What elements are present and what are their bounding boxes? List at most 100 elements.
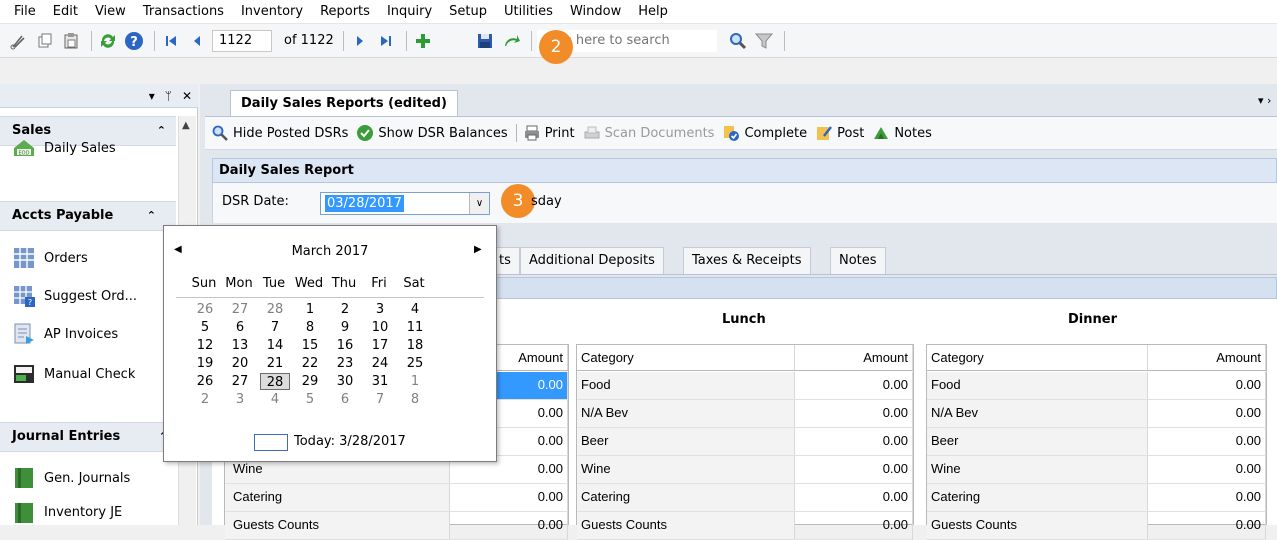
calendar-day[interactable]: 5 [190,319,220,336]
calendar-day[interactable]: 25 [400,355,430,372]
next-record-icon[interactable] [349,30,371,52]
calendar-day[interactable]: 23 [330,355,360,372]
calendar-day[interactable]: 18 [400,337,430,354]
nav-item-ap-invoices[interactable]: AP Invoices [0,316,176,352]
calendar-day[interactable]: 21 [260,355,290,372]
calendar-day[interactable]: 22 [295,355,325,372]
category-cell[interactable]: Wine [927,456,1148,483]
amount-cell[interactable]: 0.00 [450,512,568,539]
column-header-amount[interactable]: Amount [795,345,913,370]
calendar-day[interactable]: 3 [365,301,395,318]
notes-button[interactable]: Notes [872,124,932,142]
column-header-category[interactable]: Category [927,345,1148,370]
menu-inquiry[interactable]: Inquiry [379,0,441,24]
category-cell[interactable]: Wine [577,456,795,483]
calendar-day[interactable]: 13 [225,337,255,354]
column-header-amount[interactable]: Amount [1148,345,1266,370]
calendar-day[interactable]: 16 [330,337,360,354]
amount-cell[interactable]: 0.00 [1148,512,1266,539]
calendar-day[interactable]: 27 [225,373,255,390]
nav-group-journal-entries[interactable]: Journal Entries ⌃ [0,422,176,452]
category-cell[interactable]: Beer [577,428,795,455]
category-cell[interactable]: Food [577,372,795,399]
complete-button[interactable]: Complete [722,124,807,142]
calendar-day[interactable]: 1 [295,301,325,318]
table-row[interactable]: Guests Counts 0.00 [927,512,1266,540]
tab-notes[interactable]: Notes [830,247,886,274]
calendar-day[interactable]: 5 [295,391,325,408]
menu-edit[interactable]: Edit [45,0,87,24]
nav-item-gen-journals[interactable]: Gen. Journals [0,460,176,496]
menu-transactions[interactable]: Transactions [135,0,233,24]
undo-icon[interactable] [500,30,522,52]
menu-inventory[interactable]: Inventory [233,0,312,24]
table-row[interactable]: Food0.00 [577,372,913,400]
menu-view[interactable]: View [87,0,135,24]
calendar-day[interactable]: 6 [225,319,255,336]
calendar-day[interactable]: 14 [260,337,290,354]
table-row[interactable]: Catering 0.00 [225,484,568,512]
amount-cell[interactable]: 0.00 [795,456,913,483]
calendar-day[interactable]: 1 [400,373,430,390]
last-record-icon[interactable] [375,30,397,52]
table-row[interactable]: Beer0.00 [577,428,913,456]
category-cell[interactable]: Guests Counts [225,512,450,539]
calendar-day[interactable]: 6 [330,391,360,408]
category-cell[interactable]: Catering [225,484,450,511]
panel-dropdown-icon[interactable]: ▾ [149,89,155,103]
table-row[interactable]: Guests Counts 0.00 [577,512,913,540]
column-header-category[interactable]: Category [577,345,795,370]
calendar-day[interactable]: 8 [295,319,325,336]
calendar-day[interactable]: 30 [330,373,360,390]
category-cell[interactable]: Beer [927,428,1148,455]
menu-utilities[interactable]: Utilities [496,0,562,24]
nav-item-inventory-je[interactable]: Inventory JE [0,500,176,525]
menu-reports[interactable]: Reports [312,0,379,24]
calendar-day[interactable]: 2 [330,301,360,318]
category-cell[interactable]: Food [927,372,1148,399]
calendar-day[interactable]: 15 [295,337,325,354]
scissors-icon[interactable] [8,30,30,52]
calendar-day[interactable]: 26 [190,301,220,318]
amount-cell[interactable]: 0.00 [795,372,913,399]
amount-cell[interactable]: 0.00 [1148,428,1266,455]
save-icon[interactable] [474,30,496,52]
category-cell[interactable]: Guests Counts [927,512,1148,539]
amount-cell[interactable]: 0.00 [1148,372,1266,399]
calendar-day[interactable]: 27 [225,301,255,318]
tab-taxes-receipts[interactable]: Taxes & Receipts [683,247,811,274]
calendar-day[interactable]: 29 [295,373,325,390]
close-icon[interactable]: ✕ [182,89,192,103]
calendar-day-selected[interactable]: 28 [260,373,290,390]
calendar-day[interactable]: 10 [365,319,395,336]
amount-cell[interactable]: 0.00 [795,484,913,511]
category-cell[interactable]: Catering [927,484,1148,511]
table-row[interactable]: Wine 0.00 [927,456,1266,484]
category-cell[interactable]: Guests Counts [577,512,795,539]
calendar-day[interactable]: 8 [400,391,430,408]
scan-documents-button[interactable]: Scan Documents [583,124,714,142]
calendar-day[interactable]: 11 [400,319,430,336]
tab-additional-deposits[interactable]: Additional Deposits [520,247,664,274]
calendar-day[interactable]: 17 [365,337,395,354]
category-cell[interactable]: N/A Bev [927,400,1148,427]
scroll-up-icon[interactable]: ▲ [182,120,190,131]
table-row[interactable]: Catering 0.00 [577,484,913,512]
add-icon[interactable] [412,30,434,52]
show-dsr-balances-button[interactable]: Show DSR Balances [356,124,508,142]
next-month-icon[interactable]: ▶ [474,244,482,255]
nav-item-daily-sales[interactable]: EOD Daily Sales [0,128,176,168]
calendar-day[interactable]: 9 [330,319,360,336]
calendar-day[interactable]: 26 [190,373,220,390]
nav-item-orders[interactable]: Orders [0,240,176,276]
calendar-day[interactable]: 28 [260,301,290,318]
print-button[interactable]: Print [523,124,575,142]
nav-item-suggest-orders[interactable]: ? Suggest Ord... [0,278,176,314]
nav-item-manual-check[interactable]: Manual Check [0,356,176,392]
calendar-day[interactable]: 4 [260,391,290,408]
table-row[interactable]: N/A Bev0.00 [927,400,1266,428]
amount-cell[interactable]: 0.00 [795,512,913,539]
date-picker-calendar[interactable]: ◀ March 2017 ▶ Today: 3/28/2017 Sun Mon Tu… [163,225,497,462]
menu-help[interactable]: Help [630,0,677,24]
amount-cell[interactable]: 0.00 [1148,456,1266,483]
